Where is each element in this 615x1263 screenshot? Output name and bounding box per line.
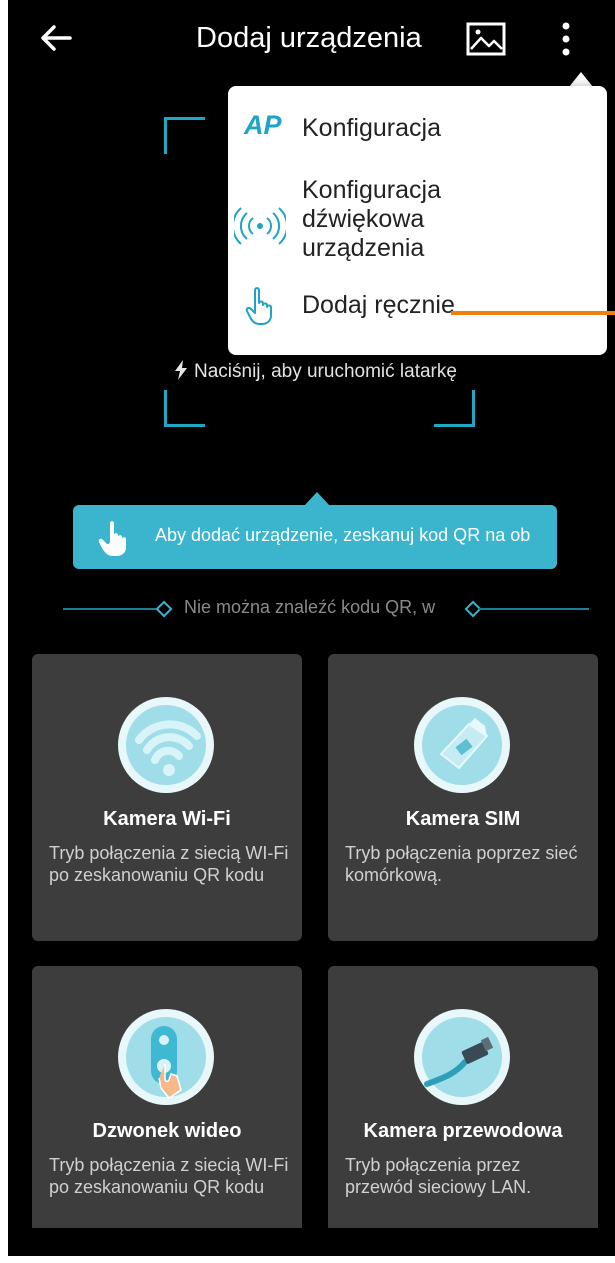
lan-cable-icon [414, 1009, 510, 1105]
back-arrow-icon[interactable] [36, 18, 76, 58]
flash-icon [175, 360, 187, 380]
menu-item-label: Konfiguracja [302, 114, 441, 142]
sim-card-icon [414, 697, 510, 793]
divider-line [63, 608, 158, 610]
sound-wave-icon [234, 207, 286, 245]
card-wifi-camera[interactable]: Kamera Wi-Fi Tryb połączenia z siecią WI… [32, 654, 302, 941]
card-title: Kamera Wi-Fi [103, 808, 231, 830]
hand-pointer-icon [245, 287, 272, 325]
card-description: Tryb połączenia przez przewód sieciowy L… [345, 1155, 532, 1197]
doorbell-icon [118, 1009, 214, 1105]
divider-line [479, 608, 589, 610]
card-wired-camera[interactable]: Kamera przewodowa Tryb połączenia przez … [328, 966, 598, 1253]
card-title: Kamera SIM [405, 808, 521, 830]
page-title: Dodaj urządzenia [196, 22, 422, 54]
card-title: Kamera przewodowa [363, 1120, 563, 1142]
bottom-bar [8, 1228, 615, 1256]
scan-hint-tooltip: Aby dodać urządzenie, zeskanuj kod QR na… [73, 505, 557, 569]
more-vert-icon[interactable] [554, 20, 578, 58]
card-sim-camera[interactable]: Kamera SIM Tryb połączenia poprzez sieć … [328, 654, 598, 941]
scan-frame-corner [164, 117, 205, 154]
scan-frame-corner [164, 390, 205, 427]
annotation-arrow-line [451, 311, 615, 315]
menu-item-label: Dodaj ręcznie [302, 291, 455, 319]
qr-not-found-link[interactable]: Nie można znaleźć kodu QR, w [184, 597, 460, 618]
menu-popup-arrow [569, 72, 593, 87]
card-title: Dzwonek wideo [92, 1120, 242, 1142]
torch-toggle[interactable]: Naciśnij, aby uruchomić latarkę [174, 360, 457, 383]
card-description: Tryb połączenia z siecią WI-Fi po zeskan… [49, 1155, 289, 1197]
menu-item-label: Konfiguracja dźwiękowa urządzenia [302, 176, 441, 262]
tooltip-arrow [304, 492, 330, 506]
image-icon[interactable] [466, 22, 506, 56]
diamond-icon [155, 600, 173, 618]
menu-item-add-manually[interactable]: Dodaj ręcznie [228, 284, 607, 334]
card-video-doorbell[interactable]: Dzwonek wideo Tryb połączenia z siecią W… [32, 966, 302, 1253]
card-description: Tryb połączenia z siecią WI-Fi po zeskan… [49, 843, 289, 885]
add-device-screen: Dodaj urządzenia Naciśnij, aby uruchomić… [8, 0, 615, 1256]
torch-label: Naciśnij, aby uruchomić latarkę [194, 361, 457, 382]
ap-icon: AP [244, 110, 282, 140]
scan-hint-text: Aby dodać urządzenie, zeskanuj kod QR na… [155, 525, 531, 545]
wifi-icon [118, 697, 214, 793]
scan-frame-corner [434, 390, 475, 427]
hand-tap-icon [98, 521, 126, 556]
card-description: Tryb połączenia poprzez sieć komórkową. [345, 843, 578, 885]
menu-item-sound-config[interactable]: Konfiguracja dźwiękowa urządzenia [228, 176, 607, 276]
menu-item-ap-config[interactable]: AP Konfiguracja [228, 106, 607, 156]
not-found-divider[interactable]: Nie można znaleźć kodu QR, w [63, 594, 589, 622]
